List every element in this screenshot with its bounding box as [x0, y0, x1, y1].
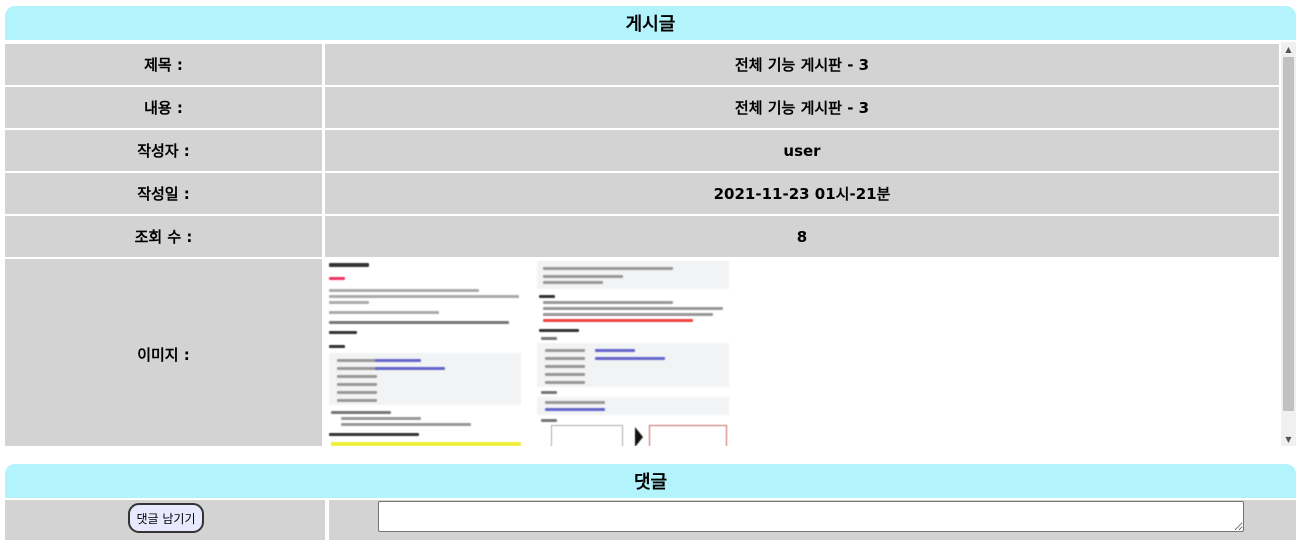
post-section-header: 게시글 — [5, 6, 1296, 40]
post-row-date: 작성일 : 2021-11-23 01시-21분 — [5, 173, 1279, 214]
title-value: 전체 기능 게시판 - 3 — [325, 44, 1279, 85]
author-value: user — [325, 130, 1279, 171]
post-row-author: 작성자 : user — [5, 130, 1279, 171]
post-row-title: 제목 : 전체 기능 게시판 - 3 — [5, 44, 1279, 85]
post-detail-panel[interactable]: 제목 : 전체 기능 게시판 - 3 내용 : 전체 기능 게시판 - 3 작성… — [5, 42, 1296, 446]
content-value: 전체 기능 게시판 - 3 — [325, 87, 1279, 128]
views-label: 조회 수 : — [5, 216, 322, 257]
post-row-content: 내용 : 전체 기능 게시판 - 3 — [5, 87, 1279, 128]
date-value: 2021-11-23 01시-21분 — [325, 173, 1279, 214]
post-row-image: 이미지 : — [5, 259, 1279, 446]
comment-header-title: 댓글 — [633, 472, 668, 493]
post-image-left-screenshot — [325, 259, 523, 446]
comment-form-row: 댓글 남기기 — [5, 500, 1296, 540]
image-label: 이미지 : — [5, 259, 322, 446]
title-label: 제목 : — [5, 44, 322, 85]
comment-textarea[interactable] — [378, 501, 1244, 532]
post-image — [325, 259, 1279, 446]
post-header-title: 게시글 — [625, 14, 676, 35]
scroll-up-arrow-icon[interactable]: ▲ — [1281, 42, 1296, 56]
comment-button-cell: 댓글 남기기 — [5, 500, 325, 540]
content-label: 내용 : — [5, 87, 322, 128]
scrollbar-thumb[interactable] — [1283, 57, 1294, 411]
comment-input-cell — [329, 500, 1296, 540]
post-scrollbar[interactable]: ▲ ▼ — [1281, 42, 1296, 446]
post-image-right-screenshot — [535, 259, 733, 446]
comment-section-header: 댓글 — [5, 464, 1296, 498]
post-row-views: 조회 수 : 8 — [5, 216, 1279, 257]
date-label: 작성일 : — [5, 173, 322, 214]
author-label: 작성자 : — [5, 130, 322, 171]
views-value: 8 — [325, 216, 1279, 257]
submit-comment-button[interactable]: 댓글 남기기 — [128, 503, 204, 533]
scroll-down-arrow-icon[interactable]: ▼ — [1281, 432, 1296, 446]
